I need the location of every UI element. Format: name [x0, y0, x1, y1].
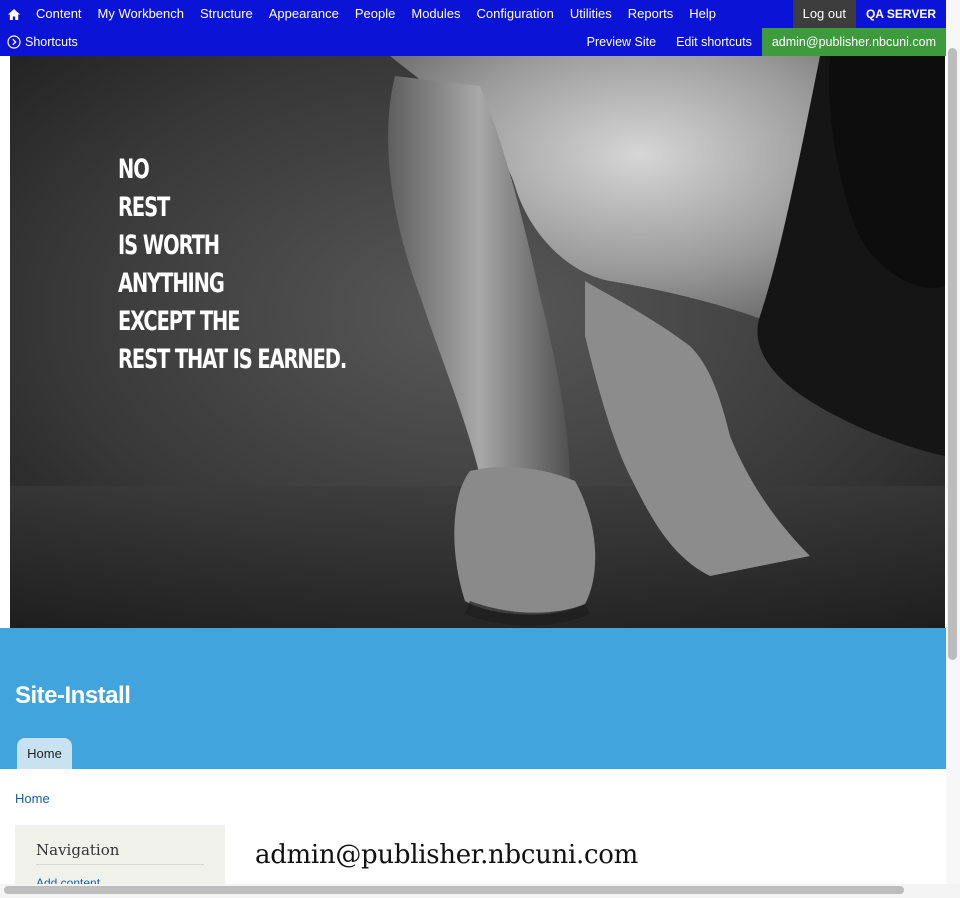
edit-shortcuts-link[interactable]: Edit shortcuts	[666, 28, 762, 56]
breadcrumb[interactable]: Home	[15, 791, 50, 806]
user-account-link[interactable]: admin@publisher.nbcuni.com	[761, 28, 946, 56]
admin-menu-items: Content My Workbench Structure Appearanc…	[28, 0, 724, 28]
menu-item-utilities[interactable]: Utilities	[562, 0, 620, 28]
sidebar-navigation: Navigation Add content	[15, 825, 225, 890]
quote-line: except the	[118, 306, 240, 337]
toolbar-right: Log out QA SERVER	[792, 0, 946, 28]
shortcut-bar: Shortcuts Preview Site Edit shortcuts ad…	[0, 28, 946, 56]
quote-line: rest	[118, 192, 170, 223]
quote-line: rest that is earned.	[118, 344, 347, 375]
site-name[interactable]: Site-Install	[15, 682, 131, 710]
admin-toolbar: Content My Workbench Structure Appearanc…	[0, 0, 946, 56]
home-icon[interactable]	[0, 0, 28, 28]
sidebar-title: Navigation	[36, 841, 120, 859]
hero-banner: No rest is worth anything except the res…	[10, 56, 945, 628]
menu-item-my-workbench[interactable]: My Workbench	[90, 0, 192, 28]
preview-site-link[interactable]: Preview Site	[577, 28, 666, 56]
quote-line: No	[118, 154, 150, 185]
menu-item-reports[interactable]: Reports	[620, 0, 682, 28]
menu-item-structure[interactable]: Structure	[192, 0, 261, 28]
menu-item-appearance[interactable]: Appearance	[261, 0, 347, 28]
tab-home[interactable]: Home	[17, 738, 72, 769]
site-header: Site-Install Home	[0, 628, 946, 769]
vertical-scrollbar[interactable]	[948, 48, 957, 660]
admin-menu: Content My Workbench Structure Appearanc…	[0, 0, 946, 28]
menu-item-configuration[interactable]: Configuration	[469, 0, 562, 28]
shortcut-links: Preview Site Edit shortcuts admin@publis…	[577, 28, 946, 56]
horizontal-scrollbar[interactable]	[4, 886, 904, 894]
circle-chevron-right-icon	[7, 35, 21, 49]
shortcuts-toggle[interactable]: Shortcuts	[0, 35, 78, 49]
divider	[36, 864, 204, 865]
hero-quote: No rest is worth anything except the res…	[118, 151, 347, 379]
menu-item-modules[interactable]: Modules	[403, 0, 468, 28]
quote-line: anything	[118, 268, 225, 299]
server-label: QA SERVER	[855, 0, 946, 28]
menu-item-help[interactable]: Help	[681, 0, 724, 28]
logout-button[interactable]: Log out	[792, 0, 856, 28]
page-title: admin@publisher.nbcuni.com	[255, 840, 638, 870]
shortcuts-label: Shortcuts	[25, 35, 78, 49]
quote-line: is worth	[118, 230, 220, 261]
menu-item-people[interactable]: People	[347, 0, 403, 28]
menu-item-content[interactable]: Content	[28, 0, 90, 28]
